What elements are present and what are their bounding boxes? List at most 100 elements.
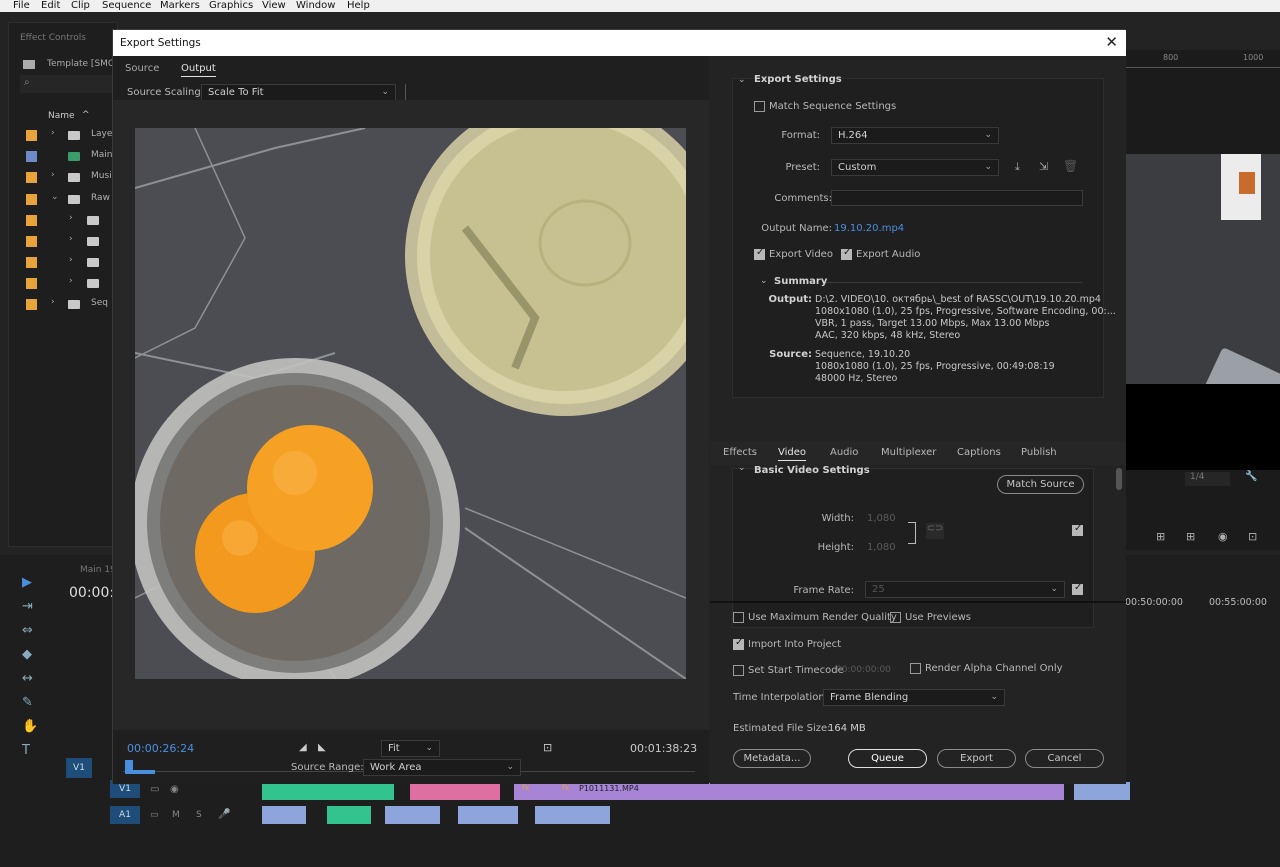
eye-icon[interactable]: ◉	[170, 784, 179, 795]
list-item[interactable]: ›	[20, 231, 112, 251]
menu-clip[interactable]: Clip	[71, 0, 90, 11]
sort-up-icon[interactable]: ^	[82, 110, 90, 120]
fit-select[interactable]: Fit ⌄	[381, 740, 440, 757]
tab-effects[interactable]: Effects	[723, 447, 757, 458]
import-into-project-checkbox[interactable]	[733, 637, 744, 650]
tab-publish[interactable]: Publish	[1021, 447, 1057, 458]
microphone-icon[interactable]: 🎤	[218, 809, 230, 820]
max-render-quality-checkbox[interactable]	[733, 612, 744, 623]
list-item[interactable]: ›	[20, 273, 112, 293]
timeline-timecode[interactable]: 00:00:	[69, 585, 114, 601]
menu-edit[interactable]: Edit	[41, 0, 60, 11]
width-value[interactable]: 1,080	[867, 513, 896, 524]
compare-icon[interactable]: ⊡	[1248, 530, 1257, 543]
chevron-down-icon[interactable]: ⌄	[738, 75, 746, 85]
a1-track-header[interactable]: A1	[110, 806, 140, 824]
source-range-select[interactable]: Work Area ⌄	[363, 759, 521, 776]
toggle-sync-lock-icon[interactable]: ▭	[150, 810, 159, 820]
playhead-marker[interactable]	[125, 760, 133, 770]
render-alpha-checkbox[interactable]	[910, 663, 921, 674]
chevron-right-icon[interactable]: ›	[69, 255, 73, 265]
set-start-timecode-checkbox[interactable]	[733, 665, 744, 676]
import-preset-icon[interactable]: ⇲	[1039, 160, 1048, 173]
close-icon[interactable]: ✕	[1105, 33, 1118, 51]
slip-tool-icon[interactable]: ↔	[22, 671, 36, 686]
tab-output[interactable]: Output	[181, 63, 216, 77]
list-item[interactable]: ›	[20, 252, 112, 272]
mute-icon[interactable]: M	[172, 810, 180, 820]
start-timecode-input[interactable]: 00:00:00:00	[836, 665, 891, 675]
project-search-input[interactable]: ⌕	[20, 75, 119, 93]
audio-clip[interactable]	[535, 806, 610, 824]
scrollbar-thumb[interactable]	[1116, 468, 1122, 490]
list-item[interactable]: Main	[20, 146, 113, 166]
frame-rate-select[interactable]: 25 ⌄	[865, 581, 1065, 598]
v1-source-target[interactable]: V1	[66, 758, 92, 778]
save-preset-icon[interactable]: ⤓	[1015, 160, 1020, 174]
type-tool-icon[interactable]: T	[22, 743, 36, 758]
audio-clip[interactable]	[327, 806, 371, 824]
camera-icon[interactable]: ◉	[1218, 530, 1228, 543]
audio-clip[interactable]	[262, 806, 306, 824]
chevron-right-icon[interactable]: ›	[69, 234, 73, 244]
frame-rate-match-checkbox[interactable]	[1072, 582, 1083, 595]
menu-view[interactable]: View	[262, 0, 286, 11]
comments-input[interactable]	[831, 190, 1083, 206]
trash-icon[interactable]: 🗑	[1063, 159, 1078, 173]
source-scaling-select[interactable]: Scale To Fit ⌄	[201, 84, 396, 101]
audio-clip[interactable]	[385, 806, 440, 824]
height-value[interactable]: 1,080	[867, 542, 896, 553]
solo-icon[interactable]: S	[196, 810, 202, 820]
set-out-point-icon[interactable]: ◣	[318, 742, 326, 753]
video-clip[interactable]: fx fx P1011131.MP4	[514, 782, 1064, 800]
menu-help[interactable]: Help	[347, 0, 370, 11]
zoom-select[interactable]: 1/4	[1185, 472, 1230, 486]
match-source-button[interactable]: Match Source	[997, 475, 1084, 494]
list-item[interactable]: › Laye	[20, 125, 112, 145]
video-clip[interactable]	[410, 782, 500, 800]
menu-window[interactable]: Window	[296, 0, 335, 11]
time-interpolation-select[interactable]: Frame Blending ⌄	[823, 689, 1005, 706]
chevron-right-icon[interactable]: ›	[69, 213, 73, 223]
current-timecode[interactable]: 00:00:26:24	[127, 742, 194, 755]
list-item[interactable]: › Musi	[20, 167, 112, 187]
list-item[interactable]: › Seq	[20, 294, 112, 314]
use-previews-checkbox[interactable]	[890, 612, 901, 623]
export-audio-checkbox[interactable]	[841, 247, 852, 260]
export-video-checkbox[interactable]	[754, 247, 765, 260]
menu-sequence[interactable]: Sequence	[102, 0, 151, 11]
pen-tool-icon[interactable]: ✎	[22, 695, 36, 710]
format-select[interactable]: H.264 ⌄	[831, 127, 999, 144]
queue-button[interactable]: Queue	[848, 749, 927, 768]
name-column-header[interactable]: Name	[48, 111, 75, 121]
ripple-edit-tool-icon[interactable]: ⇔	[22, 623, 36, 638]
metadata-button[interactable]: Metadata...	[733, 749, 811, 768]
match-sequence-checkbox[interactable]	[754, 101, 765, 112]
timeline-seq-tab[interactable]: Main 19	[80, 565, 116, 575]
chevron-right-icon[interactable]: ›	[51, 170, 55, 180]
lift-icon[interactable]: ⊞	[1156, 530, 1165, 543]
effect-controls-tab[interactable]: Effect Controls	[20, 33, 86, 43]
tab-audio[interactable]: Audio	[830, 447, 858, 458]
preset-select[interactable]: Custom ⌄	[831, 159, 999, 176]
chevron-right-icon[interactable]: ›	[69, 276, 73, 286]
menu-file[interactable]: File	[13, 0, 30, 11]
hand-tool-icon[interactable]: ✋	[22, 719, 38, 734]
chain-link-icon[interactable]: ⊂⊃	[926, 523, 944, 539]
chevron-down-icon[interactable]: ⌄	[738, 463, 746, 473]
chevron-down-icon[interactable]: ⌄	[760, 276, 768, 286]
list-item[interactable]: ›	[20, 210, 112, 230]
tab-source[interactable]: Source	[125, 63, 159, 74]
tab-captions[interactable]: Captions	[957, 447, 1001, 458]
wrench-icon[interactable]: 🔧	[1245, 471, 1257, 482]
video-clip[interactable]	[262, 782, 394, 800]
track-select-tool-icon[interactable]: ⇥	[22, 599, 36, 614]
tab-multiplexer[interactable]: Multiplexer	[881, 447, 936, 458]
extract-icon[interactable]: ⊞	[1186, 530, 1195, 543]
selection-tool-icon[interactable]: ▶	[22, 575, 36, 590]
output-name-link[interactable]: 19.10.20.mp4	[834, 223, 904, 234]
toggle-sync-lock-icon[interactable]: ▭	[150, 784, 159, 795]
work-area-bar[interactable]	[125, 770, 155, 774]
audio-clip[interactable]	[458, 806, 518, 824]
tab-video[interactable]: Video	[778, 447, 807, 461]
